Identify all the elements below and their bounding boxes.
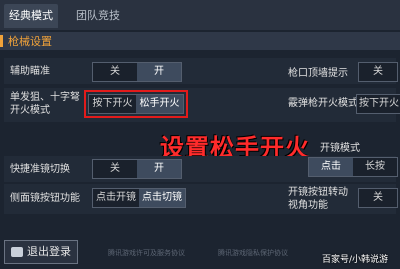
- muzzle-hint-label: 枪口顶墙提示: [288, 68, 348, 79]
- shotgun-fire-toggle[interactable]: 按下开火: [356, 94, 400, 114]
- side-scope-toggle[interactable]: 点击开镜 点击切镜: [92, 188, 186, 208]
- muzzle-hint-toggle[interactable]: 关: [358, 62, 398, 82]
- single-shot-press-fire[interactable]: 按下开火: [89, 95, 136, 113]
- scope-view-toggle[interactable]: 关: [358, 188, 398, 208]
- aim-assist-toggle[interactable]: 关 开: [92, 62, 182, 82]
- aim-assist-off[interactable]: 关: [93, 63, 137, 81]
- section-title: 枪械设置: [8, 35, 52, 48]
- scope-mode-label: 开镜模式: [320, 143, 360, 154]
- muzzle-hint-off[interactable]: 关: [359, 63, 397, 81]
- single-shot-toggle[interactable]: 按下开火 松手开火: [88, 94, 184, 114]
- side-scope-open[interactable]: 点击开镜: [93, 189, 139, 207]
- scope-mode-toggle[interactable]: 点击 长按: [308, 157, 398, 177]
- single-shot-release-fire[interactable]: 松手开火: [136, 95, 183, 113]
- quick-scope-toggle[interactable]: 关 开: [92, 159, 182, 179]
- chat-bubble-icon: [11, 247, 23, 257]
- watermark: 百家号/小韩说游: [322, 255, 389, 265]
- scope-view-off[interactable]: 关: [359, 189, 397, 207]
- scope-mode-tap[interactable]: 点击: [309, 158, 353, 176]
- section-header: 枪械设置: [0, 32, 400, 50]
- aim-assist-on[interactable]: 开: [137, 63, 181, 81]
- shotgun-press-fire[interactable]: 按下开火: [357, 95, 400, 113]
- privacy-link[interactable]: 腾讯游戏隐私保护协议: [218, 248, 288, 258]
- single-shot-label: 单发狙、十字弩开火模式: [10, 92, 80, 116]
- logout-button[interactable]: 退出登录: [4, 240, 78, 264]
- tab-classic-mode[interactable]: 经典模式: [4, 4, 58, 28]
- section-accent-bar: [0, 35, 3, 47]
- side-scope-switch[interactable]: 点击切镜: [139, 189, 185, 207]
- quick-scope-label: 快捷准镜切换: [10, 164, 70, 175]
- shotgun-fire-label: 霰弹枪开火模式: [288, 98, 358, 109]
- aim-assist-label: 辅助瞄准: [10, 66, 50, 77]
- side-scope-label: 侧面镜按钮功能: [10, 193, 80, 204]
- tab-bar: [0, 0, 400, 30]
- logout-label: 退出登录: [27, 245, 71, 258]
- scope-mode-hold[interactable]: 长按: [353, 158, 397, 176]
- quick-scope-on[interactable]: 开: [137, 160, 181, 178]
- tab-team-deathmatch[interactable]: 团队竞技: [70, 4, 126, 28]
- scope-view-label: 开镜按钮转动视角功能: [288, 187, 348, 211]
- license-link[interactable]: 腾讯游戏许可及服务协议: [108, 248, 185, 258]
- quick-scope-off[interactable]: 关: [93, 160, 137, 178]
